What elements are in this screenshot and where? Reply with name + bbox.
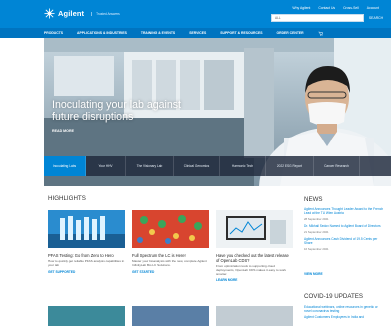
covid-item[interactable]: Educational webinars, online resources i… [304, 305, 386, 314]
covid-heading: COVID-19 UPDATES [304, 293, 364, 300]
nav-support[interactable]: SUPPORT & RESOURCES [220, 31, 262, 35]
card-image [48, 306, 125, 326]
news-list: Agilent Announces Thought Leader Award t… [304, 207, 386, 255]
main-nav: PRODUCTS APPLICATIONS & INDUSTRIES TRAIN… [0, 28, 391, 38]
news-date: 16 September 2021 [304, 246, 329, 251]
card-body: From optimization tools to supporting cl… [216, 264, 286, 276]
news-item[interactable]: Agilent Announces Cash Dividend of 19.5 … [304, 237, 386, 251]
tab-inoculating-labs[interactable]: Inoculating Labs [44, 156, 86, 176]
tab-esg-report[interactable]: 2022 ESG Report [266, 156, 314, 176]
card-title: PFAS Testing: Go from Zero to Hero [48, 253, 114, 258]
brand-name: Agilent [58, 9, 85, 18]
news-item[interactable]: Agilent Announces Thought Leader Award t… [304, 207, 386, 221]
highlight-card[interactable]: Full Spectrum the LC is Here! Master you… [132, 210, 209, 282]
news-headline[interactable]: Agilent Announces Cash Dividend of 19.5 … [304, 237, 386, 246]
covid-list: Educational webinars, online resources i… [304, 305, 386, 322]
news-date: 21 September 2021 [304, 229, 329, 234]
util-link-account[interactable]: Account [367, 6, 379, 10]
covid-item[interactable]: Agilent Customers Employees in India and [304, 315, 386, 320]
card-title: Full Spectrum the LC is Here! [132, 253, 186, 258]
nav-training[interactable]: TRAINING & EVENTS [141, 31, 175, 35]
highlights-heading: HIGHLIGHTS [48, 195, 86, 202]
bio-lc-image [132, 210, 209, 248]
hero-read-more-link[interactable]: READ MORE [52, 129, 74, 133]
highlight-card[interactable] [216, 306, 293, 326]
news-heading: NEWS [304, 196, 323, 203]
card-image [132, 306, 209, 326]
card-body: How to quickly get reliable PFAS analysi… [48, 259, 125, 267]
tab-harmonic-tech[interactable]: Harmonic Tech [220, 156, 266, 176]
util-link-cross-sell[interactable]: Cross-Sell [343, 6, 359, 10]
highlight-card[interactable]: PFAS Testing: Go from Zero to Hero How t… [48, 210, 125, 282]
news-date: 28 September 2021 [304, 216, 329, 221]
card-link[interactable]: GET SUPPORTED [48, 270, 125, 274]
highlight-card[interactable] [48, 306, 125, 326]
tab-clinical-genomics[interactable]: Clinical Genomics [174, 156, 220, 176]
util-link-contact-us[interactable]: Contact Us [318, 6, 335, 10]
nav-order-center[interactable]: ORDER CENTER [276, 31, 303, 35]
spark-logo-icon [44, 8, 55, 19]
nav-services[interactable]: SERVICES [189, 31, 206, 35]
pfas-image [48, 210, 125, 248]
cart-icon[interactable] [318, 31, 323, 36]
card-body: Master your bioanalysis with the new, co… [132, 259, 207, 267]
card-image [216, 306, 293, 326]
nav-applications[interactable]: APPLICATIONS & INDUSTRIES [77, 31, 127, 35]
news-view-more-link[interactable]: VIEW MORE [304, 272, 323, 276]
hero-tab-strip: Inoculating Labs Your HHV The Visionary … [44, 156, 391, 176]
tab-your-hhv[interactable]: Your HHV [86, 156, 126, 176]
highlights-cards: PFAS Testing: Go from Zero to Hero How t… [48, 210, 293, 282]
nav-products[interactable]: PRODUCTS [44, 31, 63, 35]
agilent-logo[interactable]: Agilent Trusted Answers [44, 8, 120, 19]
tab-visionary-lab[interactable]: The Visionary Lab [126, 156, 174, 176]
highlight-card[interactable] [132, 306, 209, 326]
site-header: Agilent Trusted Answers Why Agilent Cont… [0, 0, 391, 28]
tab-cancer-research[interactable]: Cancer Research [314, 156, 360, 176]
card-link[interactable]: GET STARTED [132, 270, 209, 274]
openlab-image [216, 210, 293, 248]
search-button[interactable]: SEARCH [366, 14, 386, 22]
search-input[interactable]: ALL [271, 14, 364, 22]
card-link[interactable]: LEARN MORE [216, 278, 293, 282]
card-title: Have you checked out the latest release … [216, 253, 289, 263]
more-highlights [48, 306, 293, 326]
news-headline[interactable]: Dr. Mikhail Sedov Named to Agilent Board… [304, 224, 386, 229]
hero-title: Inoculating your lab against future disr… [52, 99, 181, 123]
news-headline[interactable]: Agilent Announces Thought Leader Award t… [304, 207, 386, 216]
news-item[interactable]: Dr. Mikhail Sedov Named to Agilent Board… [304, 224, 386, 234]
highlight-card[interactable]: Have you checked out the latest release … [216, 210, 293, 282]
util-link-why-agilent[interactable]: Why Agilent [292, 6, 310, 10]
brand-tagline: Trusted Answers [91, 11, 120, 16]
utility-links: Why Agilent Contact Us Cross-Sell Accoun… [292, 6, 379, 10]
